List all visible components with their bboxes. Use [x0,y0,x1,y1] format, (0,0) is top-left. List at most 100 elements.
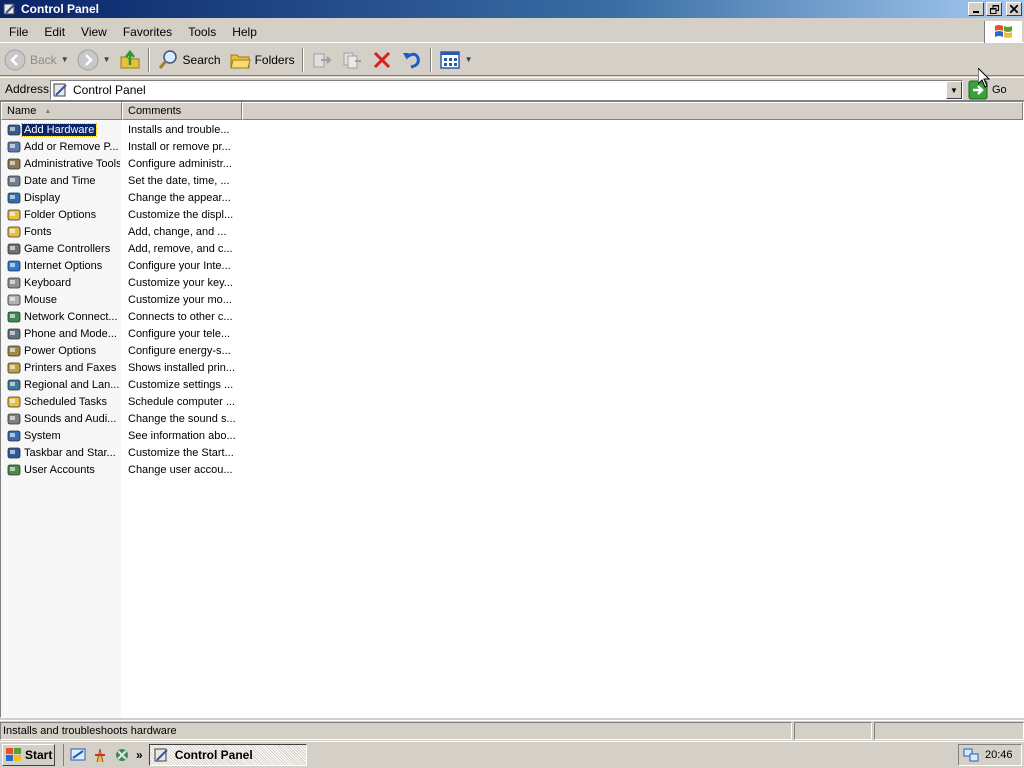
list-item[interactable]: Taskbar and Star... Customize the Start..… [1,444,241,461]
network-connections-icon [6,309,22,325]
list-item[interactable]: User Accounts Change user accou... [1,461,241,478]
list-item[interactable]: Fonts Add, change, and ... [1,223,241,240]
item-comment: Configure your tele... [128,327,231,340]
column-header-name[interactable]: Name ▲ [1,102,122,120]
start-button[interactable]: Start [2,744,55,766]
item-comment: Customize settings ... [128,378,234,391]
forward-dropdown-icon: ▼ [102,55,111,64]
item-name: Mouse [24,293,58,306]
menu-help[interactable]: Help [223,25,264,39]
display-icon [6,190,22,206]
list-item[interactable]: Sounds and Audi... Change the sound s... [1,410,241,427]
toolbar-separator [429,47,432,72]
list-item[interactable]: Display Change the appear... [1,189,241,206]
status-bar: Installs and troubleshoots hardware [0,720,1024,741]
delete-x-icon [373,51,390,68]
list-item[interactable]: Power Options Configure energy-s... [1,342,241,359]
control-panel-icon [53,83,67,97]
menu-edit[interactable]: Edit [35,25,72,39]
quick-launch-more-icon[interactable]: » [136,748,143,762]
list-item[interactable]: Keyboard Customize your key... [1,274,241,291]
sort-ascending-icon: ▲ [44,107,52,115]
list-item[interactable]: Scheduled Tasks Schedule computer ... [1,393,241,410]
item-name: Keyboard [24,276,72,289]
list-item[interactable]: Administrative Tools Configure administr.… [1,155,241,172]
list-item[interactable]: Add or Remove P... Install or remove pr..… [1,138,241,155]
clock[interactable]: 20:46 [985,749,1013,761]
menu-favorites[interactable]: Favorites [114,25,179,39]
list-item[interactable]: Date and Time Set the date, time, ... [1,172,241,189]
item-name: Phone and Mode... [24,327,117,340]
file-list[interactable]: Name ▲ Comments Add Hardware Installs and… [0,101,1024,718]
undo-button[interactable] [397,46,427,74]
item-name: Taskbar and Star... [24,446,116,459]
item-name: Folder Options [24,208,97,221]
item-name: Administrative Tools [24,157,120,170]
list-item[interactable]: Internet Options Configure your Inte... [1,257,241,274]
undo-icon [402,52,420,68]
move-to-button[interactable] [307,46,337,74]
list-item[interactable]: Phone and Mode... Configure your tele... [1,325,241,342]
item-comment: Configure energy-s... [128,344,231,357]
copy-to-icon [343,52,361,68]
network-tray-icon[interactable] [963,747,979,763]
mouse-icon [6,292,22,308]
search-button[interactable]: Search [153,46,225,74]
window-title: Control Panel [21,2,100,16]
control-panel-icon [154,748,168,762]
keyboard-icon [6,275,22,291]
item-name: Date and Time [24,174,96,187]
back-button[interactable]: Back ▼ [0,46,73,74]
mouse-cursor-icon [978,68,990,88]
column-header-comments[interactable]: Comments [122,102,242,120]
show-desktop-icon[interactable] [70,747,86,763]
item-comment: See information abo... [128,429,236,442]
media-player-icon[interactable] [114,747,130,763]
restore-button[interactable] [986,2,1002,16]
column-comments-label: Comments [128,105,182,117]
copy-to-button[interactable] [337,46,367,74]
windows-flag-icon [994,25,1012,38]
close-button[interactable] [1006,2,1022,16]
item-comment: Shows installed prin... [128,361,235,374]
address-dropdown-button[interactable]: ▼ [946,81,962,99]
folders-button[interactable]: Folders [225,46,299,74]
views-dropdown-icon: ▼ [464,55,473,64]
item-comment: Schedule computer ... [128,395,236,408]
item-name: Sounds and Audi... [24,412,117,425]
taskbar-start-icon [6,445,22,461]
minimize-button[interactable] [968,2,984,16]
address-value: Control Panel [73,83,146,97]
menu-tools[interactable]: Tools [179,25,223,39]
internet-explorer-icon[interactable] [92,747,108,763]
quick-launch: » [63,744,143,766]
list-item[interactable]: Printers and Faxes Shows installed prin..… [1,359,241,376]
up-button[interactable] [115,46,145,74]
list-item[interactable]: Regional and Lan... Customize settings ..… [1,376,241,393]
list-item[interactable]: System See information abo... [1,427,241,444]
list-item[interactable]: Add Hardware Installs and trouble... [1,121,241,138]
go-label: Go [992,84,1007,96]
menu-bar: File Edit View Favorites Tools Help [0,21,1024,43]
list-item[interactable]: Game Controllers Add, remove, and c... [1,240,241,257]
column-name-label: Name [7,105,37,117]
status-text-pane: Installs and troubleshoots hardware [0,722,792,740]
system-icon [6,428,22,444]
list-item[interactable]: Mouse Customize your mo... [1,291,241,308]
taskbar-item-control-panel[interactable]: Control Panel [148,744,307,766]
list-item[interactable]: Network Connect... Connects to other c... [1,308,241,325]
menu-help-label: Help [232,24,257,39]
menu-file[interactable]: File [0,25,35,39]
windows-flag-icon [6,748,21,761]
back-label: Back [30,52,57,67]
title-bar[interactable]: Control Panel [0,0,1024,18]
forward-button[interactable]: ▼ [73,46,115,74]
toolbar-separator [147,47,150,72]
delete-button[interactable] [367,46,397,74]
menu-view[interactable]: View [72,25,114,39]
list-item[interactable]: Folder Options Customize the displ... [1,206,241,223]
views-button[interactable]: ▼ [435,46,477,74]
column-header-empty [242,102,1023,120]
system-tray: 20:46 [958,744,1022,766]
address-input[interactable]: Control Panel ▼ [50,80,963,100]
